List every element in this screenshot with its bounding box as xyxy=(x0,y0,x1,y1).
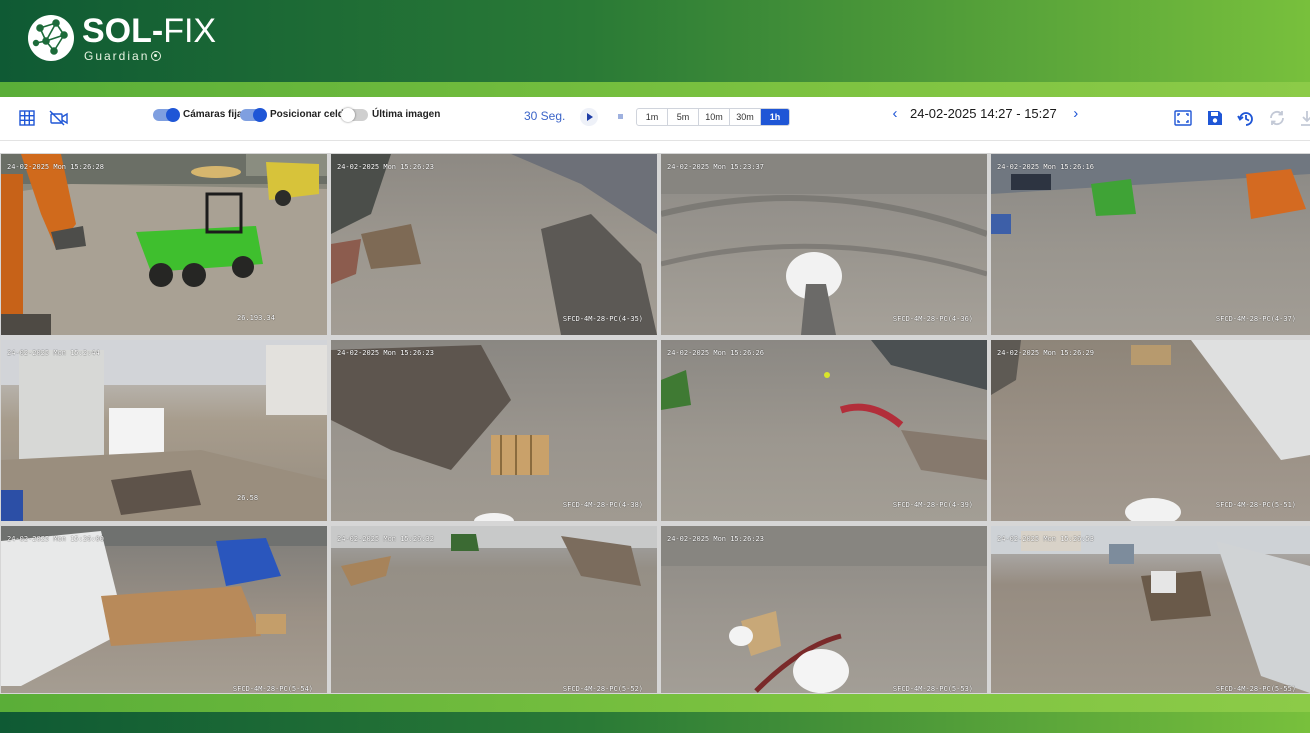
fullscreen-button[interactable] xyxy=(1172,107,1194,129)
play-button[interactable] xyxy=(580,108,598,126)
camera-tile[interactable]: 24-02-2025 Mon 15:26:23 SFCD-4M-28-PC(5-… xyxy=(661,526,987,693)
toggle-fixed-cameras-label: Cámaras fijas xyxy=(183,109,249,120)
range-5m[interactable]: 5m xyxy=(668,109,699,125)
camera-overlay-value: 26.58 xyxy=(237,494,259,502)
camera-snapshot xyxy=(661,340,987,480)
toggle-fixed-cameras[interactable] xyxy=(153,108,180,122)
camera-timestamp: 24-02-2025 Mon 15:2:44 xyxy=(7,349,100,357)
globe-network-icon xyxy=(28,15,74,61)
camera-tile[interactable]: 24-02-2025 Mon 15:26:23 SFCD-4M-28-PC(4-… xyxy=(331,154,657,335)
camera-snapshot xyxy=(331,154,657,335)
camera-snapshot xyxy=(991,154,1310,234)
camera-timestamp: 24-02-2025 Mon 15:26:00 xyxy=(7,535,104,543)
eye-icon xyxy=(151,51,162,61)
camera-tile[interactable]: 24-02-2025 Mon 15:26:16 SFCD-4M-28-PC(4-… xyxy=(991,154,1310,335)
date-range-text: 24-02-2025 14:27 - 15:27 xyxy=(910,106,1057,121)
camera-snapshot xyxy=(991,340,1310,521)
camera-snapshot xyxy=(1,154,327,335)
footer-banner xyxy=(0,712,1310,733)
camera-timestamp: 24-02-2025 Mon 15:26:23 xyxy=(667,535,764,543)
camera-tile[interactable]: 24-02-2025 Mon 15:26:53 SFCD-4M-28-PC(5-… xyxy=(991,526,1310,693)
camera-id: SFCD-4M-28-PC(4-39) xyxy=(892,501,973,509)
camera-timestamp: 24-02-2025 Mon 15:26:32 xyxy=(337,535,434,543)
camera-tile[interactable]: 24-02-2025 Mon 15:26:26 SFCD-4M-28-PC(4-… xyxy=(661,340,987,521)
camera-overlay-value: 26.193.34 xyxy=(237,314,275,322)
camera-tile[interactable]: 24-02-2025 Mon 15:2:44 26.58 xyxy=(1,340,327,521)
camera-id: SFCD-4M-28-PC(4-37) xyxy=(1215,315,1296,323)
history-icon xyxy=(1237,112,1253,126)
header-banner: SOL-FIX Guardian xyxy=(0,0,1310,82)
logo: SOL-FIX Guardian xyxy=(26,13,216,63)
camera-snapshot xyxy=(331,345,549,521)
camera-timestamp: 24-02-2025 Mon 15:26:16 xyxy=(997,163,1094,171)
download-icon xyxy=(1301,111,1310,126)
camera-timestamp: 24-02-2025 Mon 15:26:23 xyxy=(337,349,434,357)
refresh-icon xyxy=(1270,110,1284,126)
interval-label[interactable]: 30 Seg. xyxy=(524,109,565,123)
toggle-position-cells[interactable] xyxy=(240,108,267,122)
camera-snapshot xyxy=(1,526,327,686)
camera-id: SFCD-4M-28-PC(4-36) xyxy=(892,315,973,323)
time-range-selector: 1m 5m 10m 30m 1h xyxy=(636,108,790,126)
camera-snapshot xyxy=(1,340,327,521)
camera-snapshot xyxy=(661,154,987,335)
brand-subtitle: Guardian xyxy=(84,49,216,63)
toolbar: Cámaras fijas Posicionar celdas Última i… xyxy=(0,97,1310,141)
camera-id: SFCD-4M-28-PC(4-38) xyxy=(562,501,643,509)
history-button[interactable] xyxy=(1235,107,1257,129)
grid-layout-button[interactable] xyxy=(16,107,38,129)
camera-timestamp: 24-02-2025 Mon 15:23:37 xyxy=(667,163,764,171)
camera-id: SFCD-4M-28-PC(5-52) xyxy=(562,685,643,693)
camera-grid: 24-02-2025 Mon 15:26:28 26.193.34 24-02-… xyxy=(0,153,1310,694)
download-button[interactable] xyxy=(1296,107,1310,129)
bottom-accent-stripe xyxy=(0,694,1310,712)
camera-tile[interactable]: 24-02-2025 Mon 15:26:29 SFCD-4M-28-PC(5-… xyxy=(991,340,1310,521)
camera-off-button[interactable] xyxy=(48,107,70,129)
range-1h[interactable]: 1h xyxy=(761,109,789,125)
chevron-left-icon[interactable]: ‹ xyxy=(888,105,902,122)
chevron-right-icon[interactable]: › xyxy=(1069,105,1083,122)
camera-timestamp: 24-02-2025 Mon 15:26:28 xyxy=(7,163,104,171)
camera-tile[interactable]: 24-02-2025 Mon 15:26:28 26.193.34 xyxy=(1,154,327,335)
save-button[interactable] xyxy=(1204,107,1226,129)
camera-timestamp: 24-02-2025 Mon 15:26:26 xyxy=(667,349,764,357)
range-1m[interactable]: 1m xyxy=(637,109,668,125)
range-30m[interactable]: 30m xyxy=(730,109,761,125)
fullscreen-icon xyxy=(1174,110,1192,126)
camera-off-icon xyxy=(49,110,68,126)
camera-tile[interactable]: 24-02-2025 Mon 15:26:23 SFCD-4M-28-PC(4-… xyxy=(331,340,657,521)
toggle-last-image[interactable] xyxy=(341,108,368,122)
date-navigator: ‹ 24-02-2025 14:27 - 15:27 › xyxy=(888,105,1083,122)
camera-timestamp: 24-02-2025 Mon 15:26:53 xyxy=(997,535,1094,543)
camera-snapshot xyxy=(661,526,987,693)
brand-name: SOL-FIX xyxy=(82,12,217,50)
camera-tile[interactable]: 24-02-2025 Mon 15:23:37 SFCD-4M-28-PC(4-… xyxy=(661,154,987,335)
camera-id: SFCD-4M-28-PC(5-51) xyxy=(1215,501,1296,509)
camera-id: SFCD-4M-28-PC(5-54) xyxy=(232,685,313,693)
save-icon xyxy=(1208,111,1222,125)
camera-id: SFCD-4M-28-PC(5-55) xyxy=(1215,685,1296,693)
camera-snapshot xyxy=(991,526,1310,693)
camera-timestamp: 24-02-2025 Mon 15:26:23 xyxy=(337,163,434,171)
camera-tile[interactable]: 24-02-2025 Mon 15:26:32 SFCD-4M-28-PC(5-… xyxy=(331,526,657,693)
range-10m[interactable]: 10m xyxy=(699,109,730,125)
camera-id: SFCD-4M-28-PC(4-35) xyxy=(562,315,643,323)
grid-icon xyxy=(19,110,35,126)
stop-button[interactable] xyxy=(618,114,623,119)
camera-timestamp: 24-02-2025 Mon 15:26:29 xyxy=(997,349,1094,357)
toggle-last-image-label: Última imagen xyxy=(372,109,441,120)
top-accent-stripe xyxy=(0,82,1310,97)
camera-tile[interactable]: 24-02-2025 Mon 15:26:00 SFCD-4M-28-PC(5-… xyxy=(1,526,327,693)
camera-id: SFCD-4M-28-PC(5-53) xyxy=(892,685,973,693)
refresh-button[interactable] xyxy=(1266,107,1288,129)
camera-snapshot xyxy=(331,526,657,586)
